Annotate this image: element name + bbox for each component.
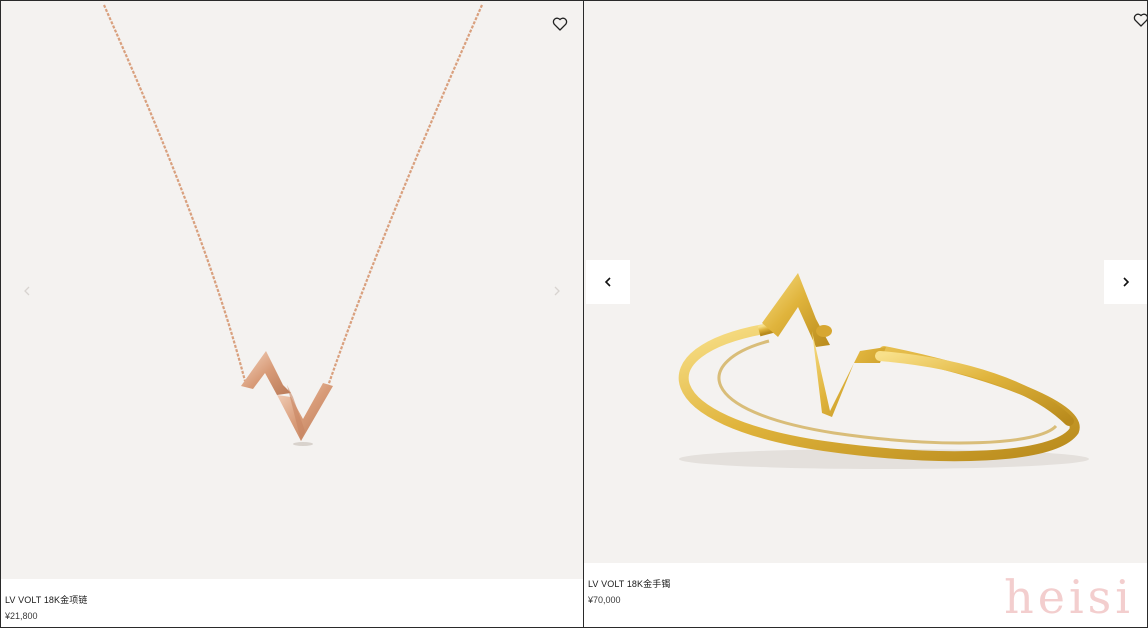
favorite-heart-icon[interactable] bbox=[1133, 12, 1147, 28]
watermark-text: heisi bbox=[1004, 570, 1134, 624]
product-card-necklace[interactable]: LV VOLT 18K金项链 ¥21,800 bbox=[0, 0, 584, 628]
product-card-bracelet[interactable]: LV VOLT 18K金手镯 ¥70,000 bbox=[584, 0, 1148, 628]
next-image-button[interactable] bbox=[535, 269, 579, 313]
product-name[interactable]: LV VOLT 18K金项链 bbox=[5, 593, 87, 606]
bracelet-image bbox=[678, 273, 1089, 469]
product-info: LV VOLT 18K金项链 ¥21,800 bbox=[5, 593, 87, 621]
chevron-left-icon bbox=[604, 277, 611, 287]
product-price: ¥70,000 bbox=[588, 595, 621, 605]
next-image-button[interactable] bbox=[1104, 260, 1147, 304]
product-price: ¥21,800 bbox=[5, 611, 38, 621]
product-image-area[interactable] bbox=[1, 1, 583, 579]
product-info: LV VOLT 18K金手镯 ¥70,000 bbox=[588, 577, 670, 605]
product-name[interactable]: LV VOLT 18K金手镯 bbox=[588, 577, 670, 590]
chevron-right-icon bbox=[1123, 277, 1130, 287]
chevron-right-icon bbox=[554, 286, 560, 296]
necklace-image bbox=[102, 4, 484, 446]
product-image-area[interactable] bbox=[584, 1, 1147, 563]
previous-image-button[interactable] bbox=[586, 260, 630, 304]
previous-image-button[interactable] bbox=[5, 269, 49, 313]
chevron-left-icon bbox=[24, 286, 30, 296]
favorite-heart-icon[interactable] bbox=[552, 16, 568, 32]
